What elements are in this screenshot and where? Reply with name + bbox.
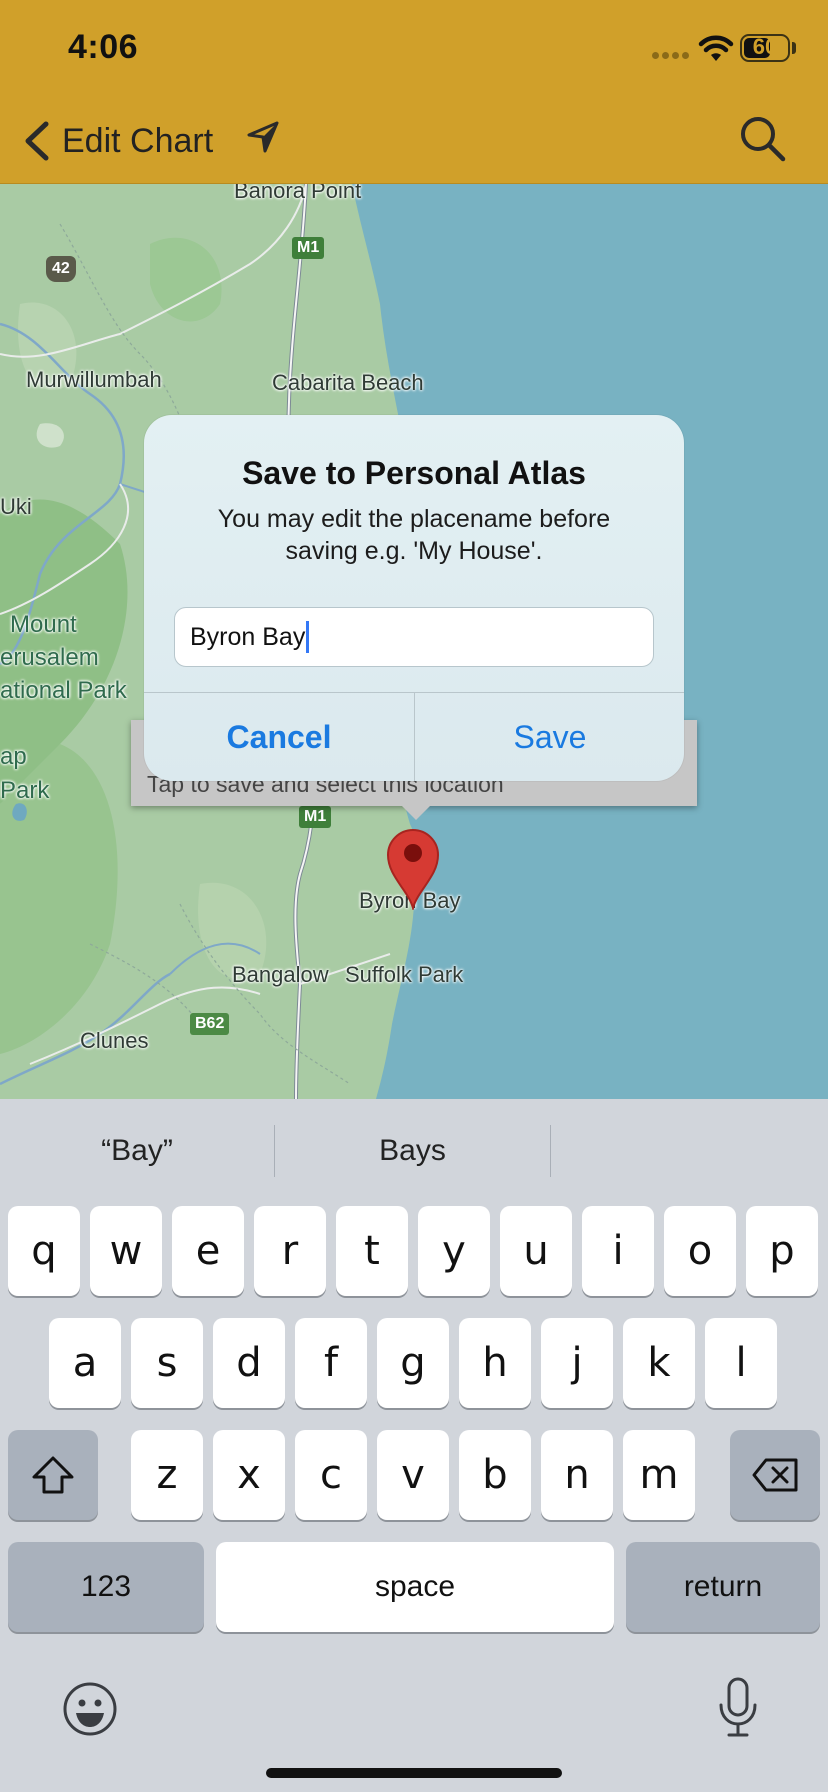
- dialog-title: Save to Personal Atlas: [242, 455, 586, 491]
- dialog-message: You may edit the placename before saving…: [217, 505, 611, 565]
- key-m[interactable]: m: [623, 1430, 695, 1520]
- road-shield-m1-lower: M1: [299, 806, 332, 828]
- microphone-icon[interactable]: [716, 1677, 760, 1739]
- key-h[interactable]: h: [459, 1318, 531, 1408]
- back-button-label: Edit Chart: [62, 121, 214, 160]
- key-z[interactable]: z: [131, 1430, 203, 1520]
- place-bangalow[interactable]: Bangalow: [232, 962, 329, 988]
- placename-input[interactable]: Byron Bay: [174, 607, 654, 667]
- battery-tip: [792, 42, 796, 54]
- key-q[interactable]: q: [8, 1206, 80, 1296]
- emoji-icon[interactable]: [62, 1681, 118, 1737]
- key-t[interactable]: t: [336, 1206, 408, 1296]
- key-v[interactable]: v: [377, 1430, 449, 1520]
- place-ap[interactable]: ap: [0, 744, 27, 770]
- key-u[interactable]: u: [500, 1206, 572, 1296]
- key-s[interactable]: s: [131, 1318, 203, 1408]
- suggestion-2[interactable]: Bays: [275, 1099, 550, 1203]
- battery-icon: 60: [740, 34, 790, 62]
- key-b[interactable]: b: [459, 1430, 531, 1520]
- key-k[interactable]: k: [623, 1318, 695, 1408]
- place-clunes[interactable]: Clunes: [80, 1028, 148, 1054]
- save-button[interactable]: Save: [415, 693, 684, 781]
- suggestion-3[interactable]: [551, 1099, 828, 1203]
- key-l[interactable]: l: [705, 1318, 777, 1408]
- place-banora-point[interactable]: Banora Point: [234, 184, 361, 204]
- numbers-key[interactable]: 123: [8, 1542, 204, 1632]
- key-f[interactable]: f: [295, 1318, 367, 1408]
- place-park[interactable]: Park: [0, 778, 49, 804]
- placename-input-value: Byron Bay: [190, 622, 306, 651]
- key-a[interactable]: a: [49, 1318, 121, 1408]
- road-shield-m1: M1: [292, 237, 325, 259]
- key-i[interactable]: i: [582, 1206, 654, 1296]
- keyboard: “Bay” Bays q w e r t y u i o p a s d f g…: [0, 1099, 828, 1792]
- return-key[interactable]: return: [626, 1542, 820, 1632]
- status-time: 4:06: [68, 28, 139, 66]
- key-p[interactable]: p: [746, 1206, 818, 1296]
- road-shield-b62: B62: [190, 1013, 230, 1035]
- place-suffolk-park[interactable]: Suffolk Park: [345, 962, 463, 988]
- text-cursor: [306, 621, 310, 653]
- key-e[interactable]: e: [172, 1206, 244, 1296]
- callout-pointer: [402, 806, 430, 820]
- chevron-left-icon: [25, 121, 49, 161]
- place-mount[interactable]: Mount: [10, 612, 77, 638]
- key-g[interactable]: g: [377, 1318, 449, 1408]
- key-n[interactable]: n: [541, 1430, 613, 1520]
- place-cabarita-beach[interactable]: Cabarita Beach: [272, 370, 424, 396]
- delete-key[interactable]: [730, 1430, 820, 1520]
- key-o[interactable]: o: [664, 1206, 736, 1296]
- battery-level: 60: [752, 34, 778, 59]
- location-arrow-icon[interactable]: [246, 120, 280, 154]
- road-shield-42: 42: [46, 256, 76, 282]
- key-j[interactable]: j: [541, 1318, 613, 1408]
- place-national-park[interactable]: ational Park: [0, 678, 127, 704]
- place-uki[interactable]: Uki: [0, 494, 32, 520]
- cancel-button[interactable]: Cancel: [144, 693, 414, 781]
- key-w[interactable]: w: [90, 1206, 162, 1296]
- key-r[interactable]: r: [254, 1206, 326, 1296]
- back-button[interactable]: Edit Chart: [22, 114, 213, 168]
- key-x[interactable]: x: [213, 1430, 285, 1520]
- search-icon[interactable]: [738, 114, 786, 162]
- map-pin-icon[interactable]: [386, 828, 440, 910]
- space-key[interactable]: space: [216, 1542, 614, 1632]
- suggestion-bar: “Bay” Bays: [0, 1099, 828, 1203]
- shift-arrow-icon: [32, 1456, 74, 1494]
- save-to-atlas-dialog: Save to Personal Atlas You may edit the …: [144, 415, 684, 781]
- cellular-signal-icon: [652, 52, 690, 62]
- key-d[interactable]: d: [213, 1318, 285, 1408]
- key-y[interactable]: y: [418, 1206, 490, 1296]
- home-indicator[interactable]: [266, 1768, 562, 1778]
- suggestion-1[interactable]: “Bay”: [0, 1099, 274, 1203]
- wifi-icon: [698, 35, 734, 61]
- shift-key[interactable]: [8, 1430, 98, 1520]
- navigation-bar: 4:06 60 Edit Chart: [0, 0, 828, 184]
- place-murwillumbah[interactable]: Murwillumbah: [26, 367, 162, 393]
- backspace-icon: [752, 1458, 798, 1492]
- key-c[interactable]: c: [295, 1430, 367, 1520]
- place-jerusalem[interactable]: erusalem: [0, 645, 99, 671]
